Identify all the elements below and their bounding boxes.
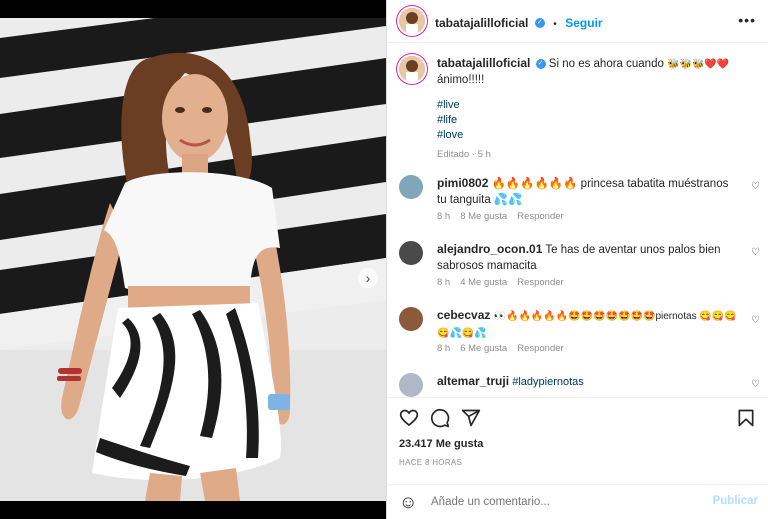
hashtag-life[interactable]: #life: [437, 113, 737, 128]
comment-composer: ☺ Publicar: [387, 484, 768, 519]
comment-like-heart-icon[interactable]: ♡: [751, 379, 760, 390]
comment-meta: 8 h 6 Me gusta Responder: [437, 343, 564, 354]
comment-time: 8 h: [437, 277, 451, 288]
comment-username[interactable]: cebecvaz: [437, 308, 490, 322]
likes-count[interactable]: 23.417 Me gusta: [399, 438, 483, 450]
caption-edited-time: Editado · 5 h: [437, 149, 491, 160]
post-time-ago: HACE 8 HORAS: [399, 458, 463, 467]
comment-time: 8 h: [437, 343, 451, 354]
comment-like-heart-icon[interactable]: ♡: [751, 181, 760, 192]
comment-meta: 8 h 8 Me gusta Responder: [437, 211, 564, 222]
comment-reply-button[interactable]: Responder: [517, 211, 563, 222]
caption-avatar[interactable]: [399, 56, 425, 82]
comment-like-heart-icon[interactable]: ♡: [751, 247, 760, 258]
comment-body: altemar_truji #ladypiernotas: [437, 373, 737, 390]
paper-plane-icon[interactable]: [461, 408, 481, 428]
comment-username[interactable]: alejandro_ocon.01: [437, 242, 542, 256]
smartwatch: [268, 394, 290, 410]
comment-bubble-icon[interactable]: [430, 408, 450, 428]
comment-likes[interactable]: 6 Me gusta: [460, 343, 507, 354]
hashtag-live[interactable]: #live: [437, 98, 737, 113]
author-avatar[interactable]: [399, 8, 425, 34]
comment-hashtag[interactable]: #ladypiernotas: [512, 376, 584, 388]
post-photo[interactable]: ›: [0, 18, 386, 501]
hashtag-love[interactable]: #love: [437, 128, 737, 143]
publish-button[interactable]: Publicar: [713, 495, 758, 507]
caption-emojis: 🐝🐝🐝❤️❤️: [667, 59, 730, 70]
next-slide-button[interactable]: ›: [358, 268, 378, 288]
caption-text: Si no es ahora cuando: [548, 58, 664, 70]
comment-meta: 8 h 4 Me gusta Responder: [437, 277, 564, 288]
comment-username[interactable]: pimi0802: [437, 176, 488, 190]
photo-illustration: [0, 18, 386, 501]
comment-body: pimi0802 🔥🔥🔥🔥🔥🔥 princesa tabatita muéstr…: [437, 175, 737, 208]
comment-reply-button[interactable]: Responder: [517, 343, 563, 354]
bookmark-icon[interactable]: [736, 408, 756, 428]
heart-icon[interactable]: [399, 408, 419, 428]
comment-like-heart-icon[interactable]: ♡: [751, 315, 760, 326]
comment-body: alejandro_ocon.01 Te has de aventar unos…: [437, 241, 737, 274]
media-bottom-bar: [0, 501, 386, 519]
post-header: tabatajalilloficial ✓ • Seguir •••: [387, 0, 768, 43]
comment-username[interactable]: altemar_truji: [437, 374, 509, 388]
smiley-icon[interactable]: ☺: [399, 492, 417, 512]
caption-username[interactable]: tabatajalilloficial: [437, 56, 530, 70]
commenter-avatar[interactable]: [399, 373, 423, 397]
comment-input[interactable]: [429, 495, 693, 509]
commenter-avatar[interactable]: [399, 241, 423, 265]
comment-likes[interactable]: 8 Me gusta: [460, 211, 507, 222]
follow-button[interactable]: Seguir: [565, 16, 602, 30]
verified-badge-icon: ✓: [535, 58, 546, 69]
comment-body: cebecvaz 👀🔥🔥🔥🔥🔥🤩🤩🤩🤩🤩🤩🤩piernotas 😋😋😋😋💦😋💦: [437, 307, 737, 342]
post-side-panel: tabatajalilloficial ✓ • Seguir ••• tabat…: [386, 0, 768, 519]
media-top-bar: [0, 0, 386, 18]
comments-scroll-area[interactable]: tabatajalilloficial ✓ Si no es ahora cua…: [387, 43, 768, 397]
commenter-avatar[interactable]: [399, 175, 423, 199]
instagram-post-modal: › tabatajalilloficial ✓ • Seguir ••• tab…: [0, 0, 768, 519]
post-caption: tabatajalilloficial ✓ Si no es ahora cua…: [437, 56, 737, 163]
comment-time: 8 h: [437, 211, 451, 222]
caption-text-line2: ánimo!!!!!: [437, 73, 485, 86]
author-username[interactable]: tabatajalilloficial: [435, 16, 528, 30]
commenter-avatar[interactable]: [399, 307, 423, 331]
header-separator: •: [553, 19, 557, 30]
more-options-icon[interactable]: •••: [738, 12, 756, 28]
verified-badge-icon: ✓: [534, 17, 545, 28]
comment-reply-button[interactable]: Responder: [517, 277, 563, 288]
comment-likes[interactable]: 4 Me gusta: [460, 277, 507, 288]
face: [162, 74, 228, 162]
